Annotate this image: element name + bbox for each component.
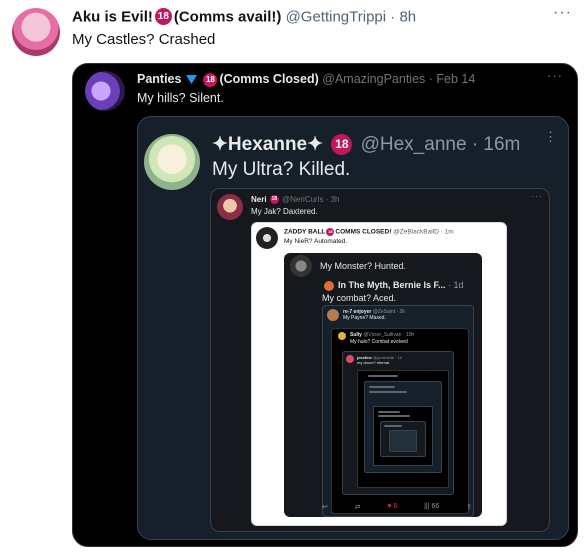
age-18-icon: 18: [331, 134, 353, 156]
quote-tweet-panties[interactable]: Panties 18 (Comms Closed) @AmazingPanties…: [72, 63, 578, 547]
more-icon[interactable]: ···: [547, 68, 563, 83]
tweet-text: My Castles? Crashed: [72, 31, 216, 48]
tweet-time: · 1d: [448, 280, 464, 290]
micro-text-line: [368, 375, 398, 377]
like-glyph: ♥: [387, 503, 392, 510]
nested-quote-tweets: [357, 370, 449, 488]
quote-text: My hills? Silent.: [137, 91, 224, 105]
like-icon: ♥ 6: [387, 503, 397, 511]
author-name[interactable]: ✦Hexanne✦: [212, 134, 323, 155]
heart-emoji-icon: [185, 75, 197, 85]
quote-tweet-zaddy[interactable]: ZADDY BALL 18 COMMS CLOSED! @ZeBlackBallD …: [251, 222, 507, 526]
avatar-zaddy[interactable]: [256, 227, 278, 249]
tweet-time[interactable]: · 8h: [390, 8, 416, 25]
author-handle[interactable]: @NeriCurls · 3h: [282, 195, 339, 204]
author-name-suffix[interactable]: COMMS CLOSED!: [335, 229, 391, 236]
tweet-actions: ↩ ⇄ ♥ 6 ||| 66 ⇪: [322, 503, 472, 511]
view-count: 66: [431, 503, 440, 510]
author-name[interactable]: Panties: [137, 72, 181, 86]
micro-text-line: [384, 425, 402, 427]
age-18-icon: 18: [203, 72, 218, 87]
age-18-icon: 18: [326, 228, 335, 236]
avatar-sos: [290, 255, 312, 277]
author-handle: @Victor_Sullivan · 10h: [363, 332, 415, 338]
quote-text: My Monster? Hunted.: [320, 261, 407, 271]
tweet-header: Aku is Evil! 18 (Comms avail!) @GettingTri…: [72, 8, 416, 27]
views-icon: ||| 66: [424, 503, 439, 511]
quote-text: My NieR? Automated.: [284, 238, 348, 245]
quote-tweet-re7: re-7 enjoyer @ZeSaint · 2h My Payne? Max…: [322, 305, 474, 517]
author-name[interactable]: Neri: [251, 195, 267, 204]
avatar-re7: [327, 309, 339, 321]
quote-text: my doom? eternal.: [357, 360, 391, 365]
avatar-aku[interactable]: [12, 8, 60, 56]
avatar-sully: [338, 332, 346, 340]
quote-header: Panties 18 (Comms Closed) @AmazingPanties…: [137, 72, 475, 87]
nested-quote: [380, 421, 426, 457]
nested-quote: [389, 430, 417, 452]
age-18-icon: 18: [269, 195, 279, 205]
quote-tweet-sully: Sully @Victor_Sullivan · 10h My halo? Co…: [331, 328, 469, 514]
views-glyph: |||: [424, 503, 430, 510]
quote-header: Neri 18 @NeriCurls · 3h: [251, 195, 340, 205]
quote-tweet-neri[interactable]: Neri 18 @NeriCurls · 3h My Jak? Daxtered…: [210, 188, 550, 532]
more-icon[interactable]: ⋮: [544, 129, 558, 145]
author-handle[interactable]: @Hex_anne · 16m: [361, 134, 521, 155]
avatar-panties[interactable]: [85, 71, 125, 111]
micro-text-line: [369, 386, 395, 388]
quote-header: Sully @Victor_Sullivan · 10h: [350, 332, 414, 338]
micro-text-line: [369, 391, 407, 393]
more-icon[interactable]: ···: [553, 4, 572, 22]
quote-header: ✦Hexanne✦ 18 @Hex_anne · 16m: [212, 133, 520, 156]
quote-tweet-joceline: joceline @joceinetie · 1h my doom? etern…: [342, 351, 454, 495]
micro-text-line: [378, 411, 400, 413]
author-name[interactable]: ZADDY BALL: [284, 229, 325, 236]
micro-text-line: [378, 415, 410, 417]
nested-quote: [364, 381, 442, 473]
reply-icon: ↩: [322, 504, 328, 511]
like-count: 6: [393, 503, 398, 510]
quote-text: My Jak? Daxtered.: [251, 207, 318, 216]
quote-tweet-hexanne[interactable]: ✦Hexanne✦ 18 @Hex_anne · 16m My Ultra? K…: [137, 116, 569, 540]
avatar-joceline: [346, 355, 354, 363]
author-name: Sully: [350, 332, 362, 338]
avatar-neri[interactable]: [217, 194, 243, 220]
quote-text: My combat? Aced.: [322, 293, 397, 303]
more-icon[interactable]: ···: [531, 191, 543, 201]
quote-header: ZADDY BALL 18 COMMS CLOSED! @ZeBlackBallD …: [284, 228, 454, 236]
author-name-suffix[interactable]: (Comms avail!): [174, 8, 282, 25]
author-handle[interactable]: @ZeBlackBallD · 1m: [393, 229, 453, 236]
avatar-hexanne[interactable]: [144, 134, 200, 190]
quote-header: In The Myth, Bernie Is F... · 1d: [338, 280, 482, 290]
author-name: In The Myth, Bernie Is F...: [338, 280, 446, 290]
author-handle[interactable]: @GettingTrippi: [286, 8, 387, 25]
author-handle[interactable]: @AmazingPanties · Feb 14: [322, 72, 475, 86]
author-name[interactable]: Aku is Evil!: [72, 8, 153, 25]
quote-text: My Payne? Maxed.: [343, 315, 386, 321]
nested-quote: [373, 406, 433, 466]
share-icon: ⇪: [466, 504, 472, 511]
age-18-icon: 18: [154, 8, 172, 25]
screenshot-image[interactable]: My Monster? Hunted. In The Myth, Bernie …: [284, 253, 482, 517]
retweet-icon: ⇄: [354, 504, 361, 511]
avatar-bernie: [324, 281, 334, 291]
author-name-suffix[interactable]: (Comms Closed): [219, 72, 318, 86]
quote-text: My Ultra? Killed.: [212, 159, 351, 180]
quote-text: My halo? Combat evolved: [350, 339, 408, 345]
